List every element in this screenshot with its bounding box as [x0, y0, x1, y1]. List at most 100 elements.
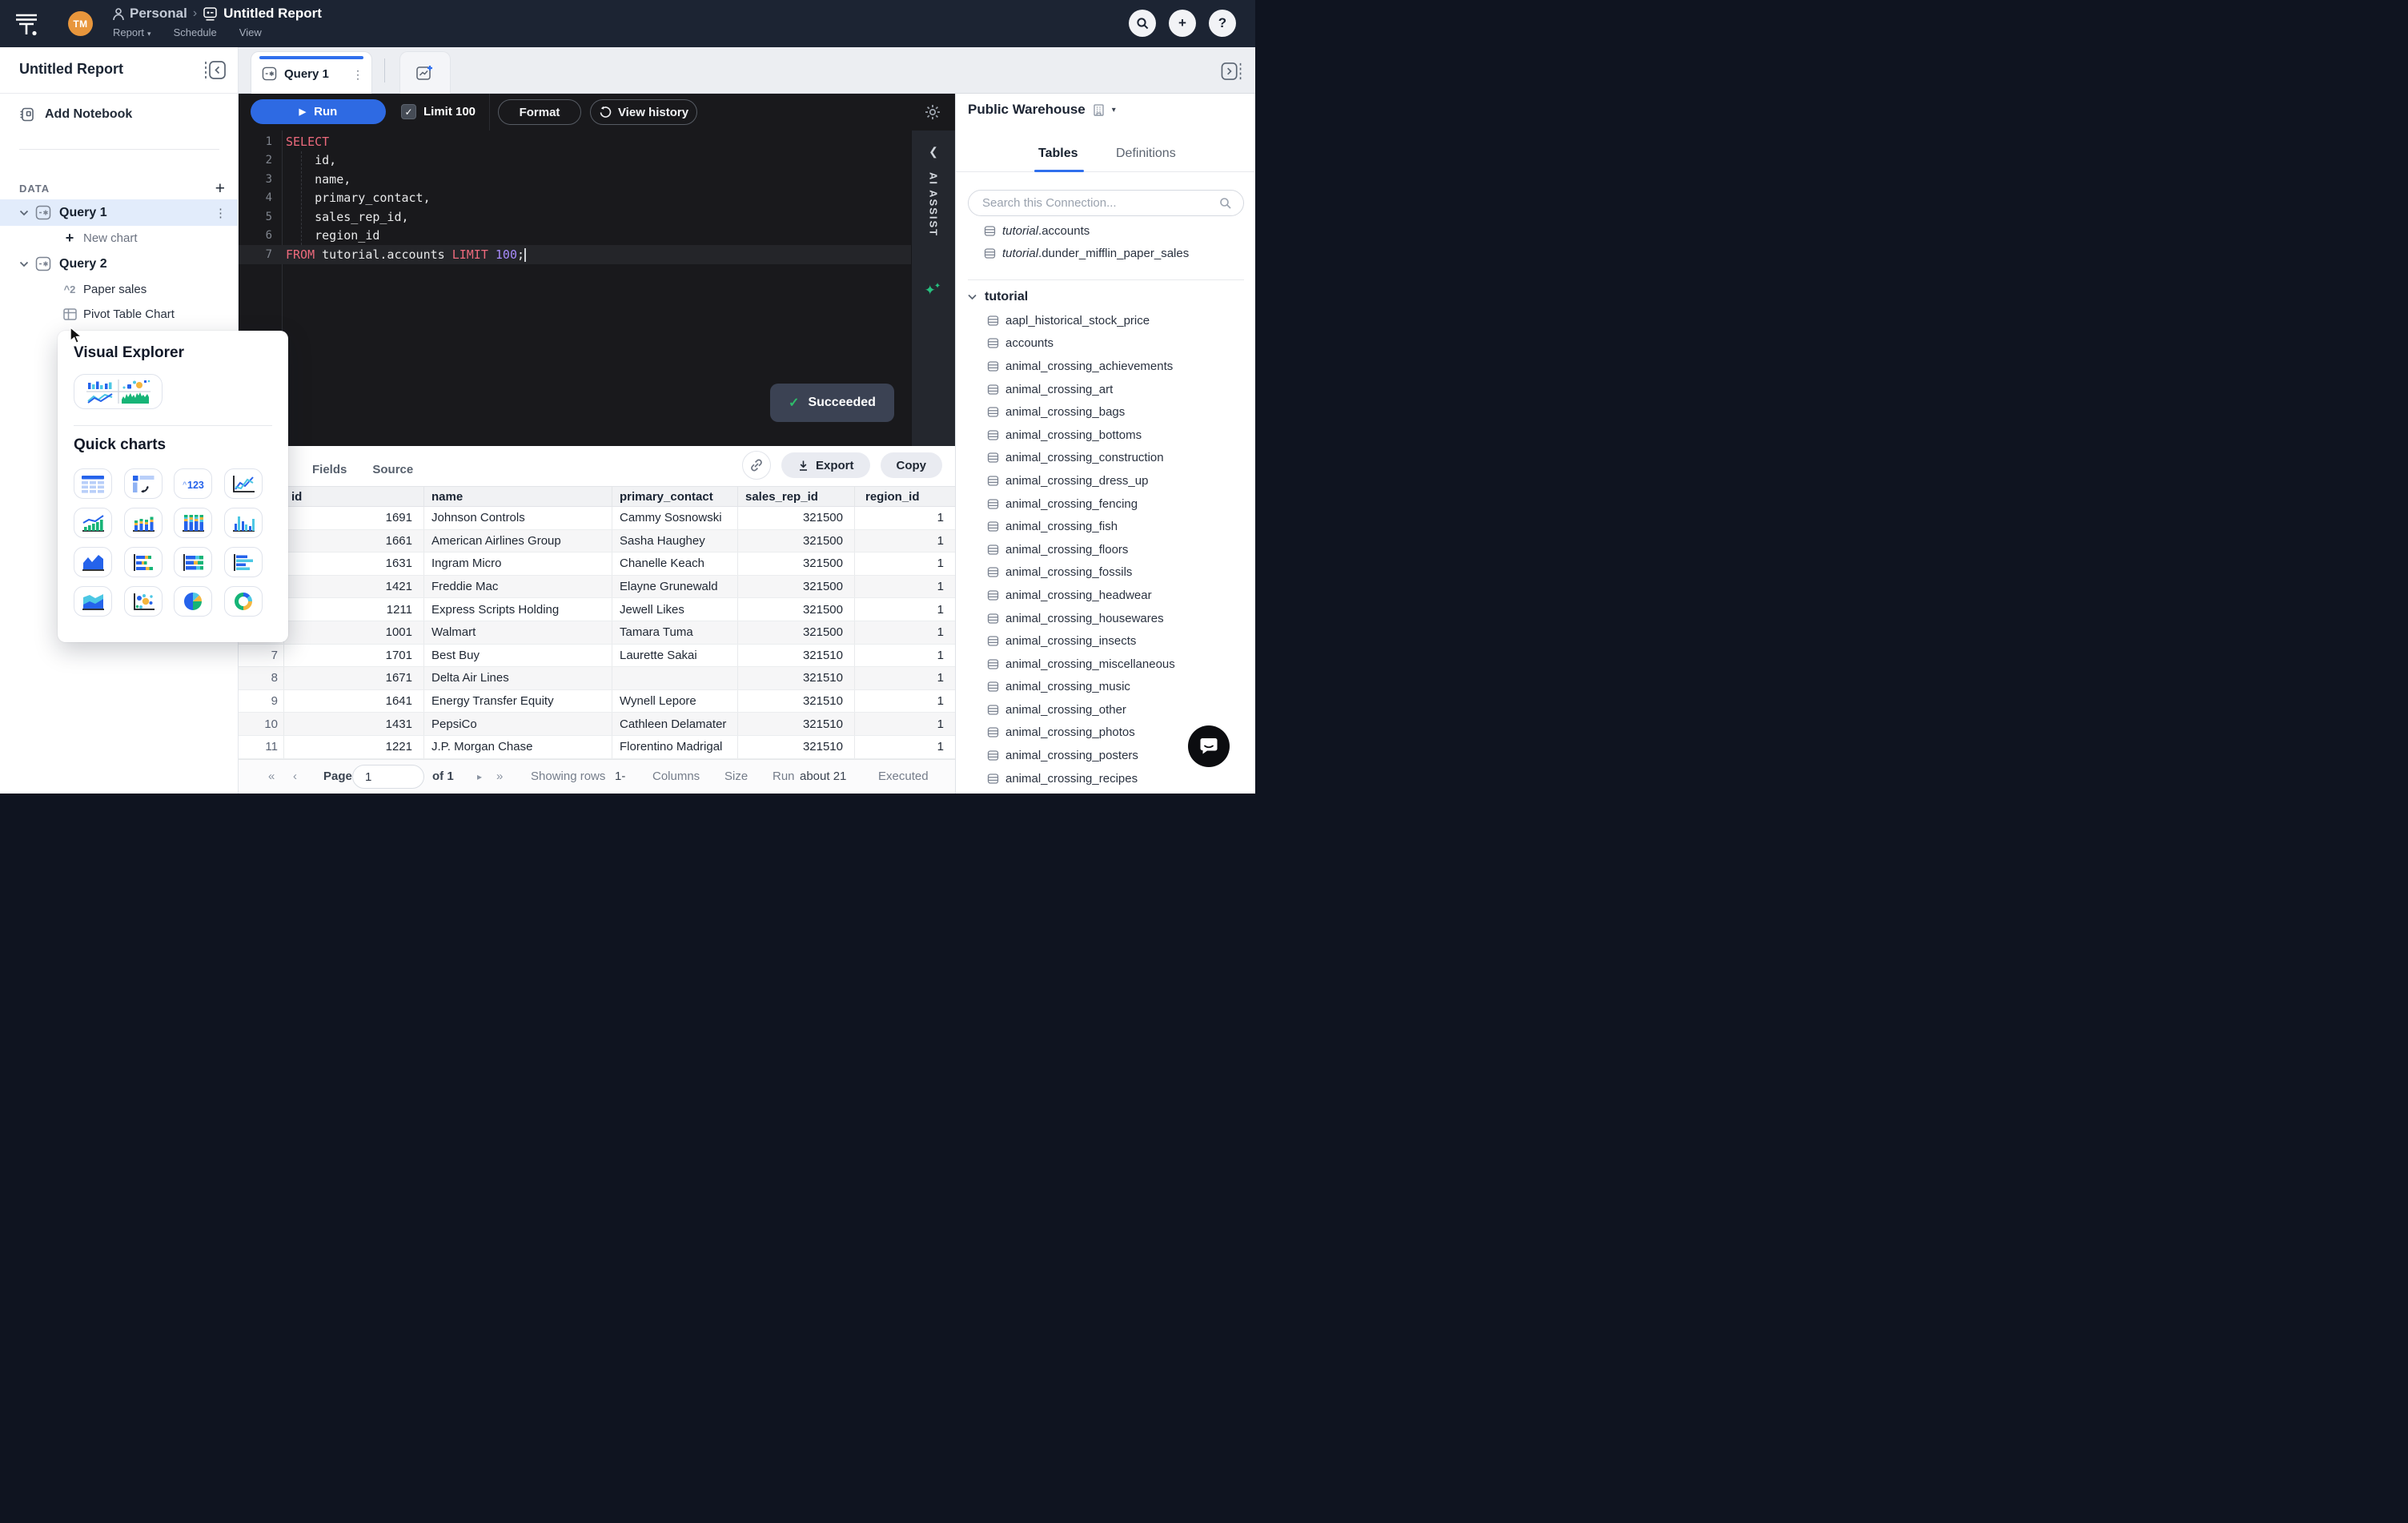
table-row[interactable]: 10 1431 PepsiCo Cathleen Delamater 32151…	[239, 713, 955, 736]
export-button[interactable]: Export	[781, 452, 870, 478]
table-row[interactable]: 1 1691 Johnson Controls Cammy Sosnowski …	[239, 507, 955, 530]
visual-explorer-button[interactable]	[74, 374, 163, 409]
table-list-item[interactable]: animal_crossing_fossils	[956, 561, 1255, 585]
table-list-item[interactable]: animal_crossing_bottoms	[956, 424, 1255, 447]
quick-chart-pie-button[interactable]	[174, 586, 213, 617]
ai-assist-panel[interactable]: ❮ AI ASSIST ✦✦	[911, 131, 955, 446]
sidebar-item-pivot-table-chart[interactable]: Pivot Table Chart	[0, 302, 238, 327]
quick-chart-line-bar-button[interactable]	[74, 508, 112, 538]
table-row[interactable]: 2 1661 American Airlines Group Sasha Hau…	[239, 529, 955, 553]
tab-source[interactable]: Source	[372, 456, 413, 476]
table-row[interactable]: 3 1631 Ingram Micro Chanelle Keach 32150…	[239, 553, 955, 576]
chat-launcher-button[interactable]	[1188, 725, 1230, 767]
quick-chart-stacked-column-button[interactable]	[123, 508, 163, 538]
quick-chart-scatter-button[interactable]	[123, 586, 163, 617]
help-button[interactable]: ?	[1209, 10, 1236, 37]
table-list-item[interactable]: aapl_historical_stock_price	[956, 309, 1255, 332]
schema-group-tutorial[interactable]: tutorial	[968, 290, 1028, 304]
breadcrumb-workspace[interactable]: Personal	[112, 6, 187, 22]
search-input[interactable]	[982, 191, 1214, 215]
quick-chart-area-button[interactable]	[74, 547, 112, 577]
table-row[interactable]: 11 1221 J.P. Morgan Chase Florentino Mad…	[239, 735, 955, 759]
chevron-down-icon[interactable]	[19, 210, 29, 216]
table-list-item[interactable]: animal_crossing_fish	[956, 515, 1255, 538]
tab-kebab-icon[interactable]: ⋮	[352, 68, 363, 82]
table-list-item[interactable]: animal_crossing_art	[956, 378, 1255, 401]
pinned-table-item[interactable]: tutorial.dunder_mifflin_paper_sales	[956, 243, 1255, 266]
column-header-primary-contact[interactable]: primary_contact	[612, 487, 738, 506]
quick-chart-stacked-bar-100-button[interactable]	[174, 547, 213, 577]
table-list-item[interactable]: animal_crossing_achievements	[956, 355, 1255, 378]
table-row[interactable]: 7 1701 Best Buy Laurette Sakai 321510 1	[239, 644, 955, 668]
view-history-button[interactable]: View history	[590, 99, 697, 125]
tab-tables[interactable]: Tables	[1038, 147, 1078, 161]
pinned-table-item[interactable]: tutorial.accounts	[956, 219, 1255, 243]
sidebar-item-query2[interactable]: Query 2	[0, 251, 238, 277]
quick-chart-pivot-button[interactable]	[123, 468, 163, 499]
format-button[interactable]: Format	[498, 99, 581, 125]
table-list-item[interactable]: animal_crossing_housewares	[956, 607, 1255, 630]
size-label[interactable]: Size	[724, 770, 748, 783]
menu-schedule[interactable]: Schedule	[174, 26, 217, 38]
page-number-input[interactable]	[352, 765, 424, 789]
table-row[interactable]: 6 1001 Walmart Tamara Tuma 321500 1	[239, 621, 955, 645]
quick-chart-donut-button[interactable]	[223, 586, 263, 617]
breadcrumb-report[interactable]: Untitled Report	[203, 6, 322, 22]
limit-checkbox[interactable]: ✓ Limit 100	[401, 104, 476, 119]
table-list-item[interactable]: animal_crossing_headwear	[956, 584, 1255, 607]
chevron-down-icon[interactable]	[19, 261, 29, 267]
search-button[interactable]	[1129, 10, 1156, 37]
collapse-right-panel-icon[interactable]	[1219, 61, 1243, 82]
kebab-menu-icon[interactable]: ⋮	[215, 206, 227, 220]
collapse-sidebar-icon[interactable]	[203, 59, 227, 81]
new-chart-button-query1[interactable]: + New chart	[0, 226, 238, 251]
table-list-item[interactable]: animal_crossing_music	[956, 676, 1255, 699]
quick-chart-bar-button[interactable]	[223, 547, 263, 577]
tab-query1[interactable]: Query 1 ⋮	[251, 51, 372, 94]
new-chart-tab[interactable]	[399, 51, 451, 94]
table-row[interactable]: 4 1421 Freddie Mac Elayne Grunewald 3215…	[239, 575, 955, 599]
prev-page-button[interactable]: ‹	[293, 770, 297, 783]
menu-report[interactable]: Report ▾	[113, 26, 151, 38]
table-row[interactable]: 9 1641 Energy Transfer Equity Wynell Lep…	[239, 689, 955, 713]
first-page-button[interactable]: «	[268, 770, 275, 783]
table-list-item[interactable]: accounts	[956, 332, 1255, 356]
create-new-button[interactable]: +	[1169, 10, 1196, 37]
copy-button[interactable]: Copy	[880, 452, 942, 478]
table-list-item[interactable]: animal_crossing_other	[956, 698, 1255, 721]
table-list-item[interactable]: animal_crossing_insects	[956, 629, 1255, 653]
quick-chart-stacked-area-button[interactable]	[74, 586, 112, 617]
add-data-button[interactable]: +	[215, 180, 225, 197]
table-list-item[interactable]: animal_crossing_fencing	[956, 492, 1255, 516]
quick-chart-line-button[interactable]	[223, 468, 263, 499]
table-list-item[interactable]: animal_crossing_dress_up	[956, 469, 1255, 492]
gear-icon[interactable]	[924, 103, 941, 121]
table-list-item[interactable]: animal_crossing_construction	[956, 447, 1255, 470]
last-page-button[interactable]: »	[496, 770, 503, 783]
column-header-sales-rep-id[interactable]: sales_rep_id	[738, 487, 855, 506]
quick-chart-big-number-button[interactable]: ^ 123	[174, 468, 213, 499]
table-row[interactable]: 5 1211 Express Scripts Holding Jewell Li…	[239, 598, 955, 621]
quick-chart-grouped-column-button[interactable]	[223, 508, 263, 538]
table-list-item[interactable]: animal_crossing_bags	[956, 400, 1255, 424]
avatar[interactable]: TM	[68, 11, 93, 36]
column-header-name[interactable]: name	[424, 487, 612, 506]
table-row[interactable]: 8 1671 Delta Air Lines 321510 1	[239, 667, 955, 690]
sidebar-item-paper-sales[interactable]: ^2 Paper sales	[0, 277, 238, 302]
add-notebook-button[interactable]: Add Notebook	[19, 106, 132, 123]
columns-label[interactable]: Columns	[652, 770, 700, 783]
connection-selector[interactable]: Public Warehouse ▾	[968, 102, 1116, 118]
app-logo[interactable]	[13, 10, 40, 38]
run-button[interactable]: ▶ Run	[251, 99, 386, 124]
quick-chart-stacked-bar-button[interactable]	[123, 547, 163, 577]
table-list-item[interactable]: animal_crossing_miscellaneous	[956, 653, 1255, 676]
table-list-item[interactable]: animal_crossing_recipes	[956, 767, 1255, 790]
next-page-button[interactable]: ▸	[477, 771, 482, 782]
column-header-region-id[interactable]: region_id	[855, 487, 955, 506]
share-link-button[interactable]	[741, 451, 771, 480]
sidebar-item-query1[interactable]: Query 1 ⋮	[0, 199, 238, 226]
column-header-id[interactable]: id	[284, 487, 424, 506]
table-list-item[interactable]: animal_crossing_floors	[956, 538, 1255, 561]
menu-view[interactable]: View	[239, 26, 262, 38]
quick-chart-table-button[interactable]	[74, 468, 112, 499]
